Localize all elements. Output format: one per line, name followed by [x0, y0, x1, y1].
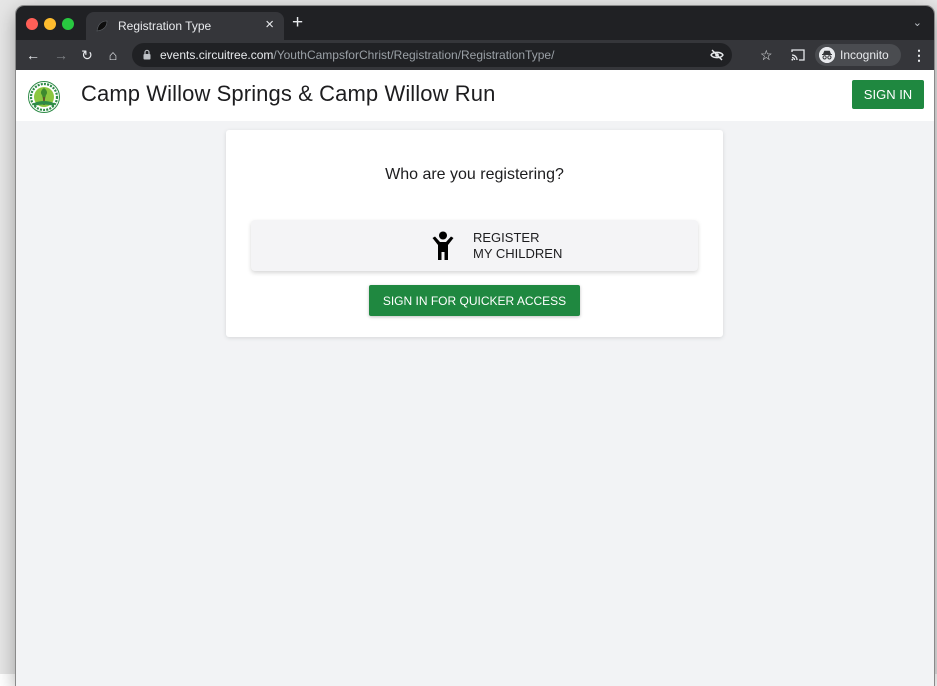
leaf-icon	[96, 20, 108, 32]
registration-question: Who are you registering?	[385, 166, 564, 183]
page-title: Camp Willow Springs & Camp Willow Run	[81, 81, 496, 106]
new-tab-button[interactable]: +	[292, 12, 303, 34]
forward-icon[interactable]: →	[52, 45, 70, 65]
browser-toolbar: ← → ↻ ⌂ events.circuitree.com/YouthCamps…	[16, 40, 934, 70]
star-icon[interactable]: ☆	[760, 45, 773, 65]
page-content: Camp Willow Springs & Camp Willow Run SI…	[16, 70, 934, 686]
menu-icon[interactable]: ⋮	[912, 45, 926, 65]
sign-in-button[interactable]: SIGN IN	[852, 80, 924, 109]
home-icon[interactable]: ⌂	[104, 45, 122, 65]
tab-close-icon[interactable]: ×	[265, 15, 274, 35]
registration-card: Who are you registering? REGISTER MY CHI…	[226, 130, 723, 337]
close-window-button[interactable]	[26, 18, 38, 30]
incognito-badge[interactable]: Incognito	[815, 44, 901, 66]
sign-in-quicker-access-button[interactable]: SIGN IN FOR QUICKER ACCESS	[369, 285, 580, 316]
lock-icon	[143, 49, 151, 60]
cast-icon[interactable]	[791, 49, 805, 61]
minimize-window-button[interactable]	[44, 18, 56, 30]
child-icon	[432, 231, 454, 260]
tab-title: Registration Type	[118, 19, 212, 33]
url-path: /YouthCampsforChrist/Registration/Regist…	[273, 48, 555, 62]
zoom-window-button[interactable]	[62, 18, 74, 30]
incognito-icon	[819, 47, 835, 63]
url-text[interactable]: events.circuitree.com/YouthCampsforChris…	[160, 48, 554, 62]
tab-registration-type[interactable]: Registration Type ×	[86, 12, 284, 40]
tab-search-icon[interactable]: ⌄	[913, 16, 922, 29]
incognito-label: Incognito	[840, 48, 889, 62]
reload-icon[interactable]: ↻	[78, 45, 96, 65]
browser-window: Registration Type × + ⌄ ← → ↻ ⌂ events.c…	[16, 6, 934, 686]
camp-logo[interactable]	[28, 81, 60, 113]
address-bar[interactable]: events.circuitree.com/YouthCampsforChris…	[132, 43, 732, 67]
site-header: Camp Willow Springs & Camp Willow Run SI…	[16, 70, 934, 121]
register-my-children-option[interactable]: REGISTER MY CHILDREN	[251, 220, 698, 271]
register-label-line1: REGISTER	[473, 230, 540, 245]
tab-strip: Registration Type × + ⌄	[16, 6, 934, 40]
back-icon[interactable]: ←	[24, 45, 42, 65]
eye-off-icon[interactable]	[707, 45, 727, 65]
desktop: Registration Type × + ⌄ ← → ↻ ⌂ events.c…	[0, 0, 937, 686]
register-children-label: REGISTER MY CHILDREN	[473, 230, 562, 262]
register-label-line2: MY CHILDREN	[473, 246, 563, 261]
url-host: events.circuitree.com	[160, 48, 274, 62]
